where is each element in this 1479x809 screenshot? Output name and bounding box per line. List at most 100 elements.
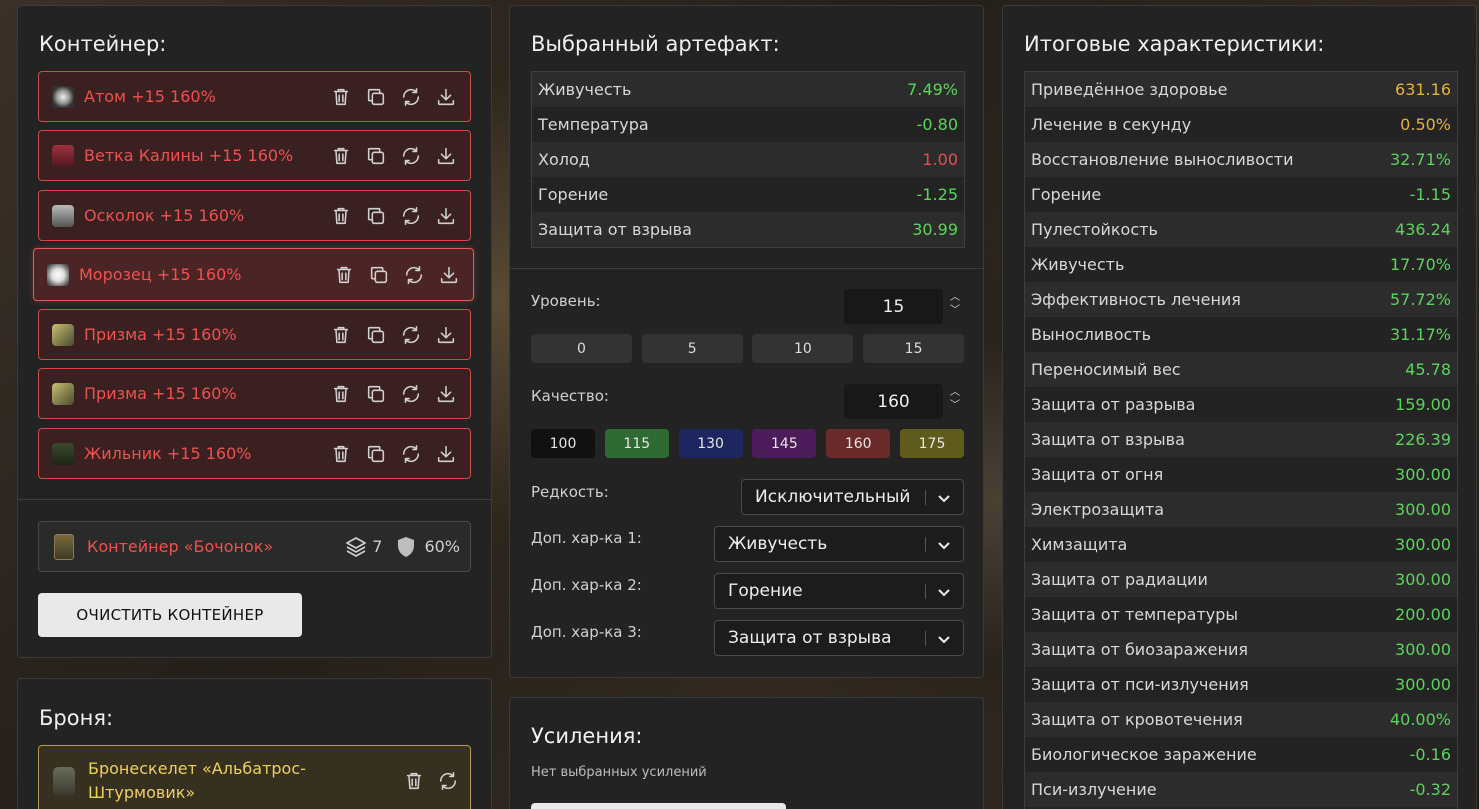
container-box[interactable]: Контейнер «Бочонок» 7 60%	[38, 521, 471, 572]
armor-title: Броня:	[39, 706, 114, 730]
level-preset-button[interactable]: 15	[863, 334, 965, 363]
extra1-select[interactable]: Живучесть	[714, 526, 964, 562]
stat-row: Электрозащита 300.00	[1025, 492, 1457, 527]
item-actions	[328, 84, 458, 109]
stat-value: 7.49%	[907, 80, 958, 99]
chevron-down-icon[interactable]: ﹀	[950, 304, 960, 317]
stat-value: 32.71%	[1389, 150, 1451, 169]
replace-button[interactable]	[398, 381, 423, 406]
stat-row: Защита от взрыва 30.99	[532, 212, 964, 247]
level-input[interactable]: 15	[844, 289, 943, 324]
separator	[925, 584, 926, 599]
container-protection: 60%	[424, 537, 460, 556]
stat-value: 631.16	[1395, 80, 1451, 99]
armor-name-line2: Штурмовик»	[88, 783, 196, 802]
container-title: Контейнер:	[39, 32, 167, 56]
container-item[interactable]: Морозец +15 160%	[33, 248, 474, 301]
delete-button[interactable]	[328, 143, 353, 168]
stat-label: Защита от взрыва	[538, 220, 692, 239]
item-name: Осколок +15 160%	[84, 206, 245, 225]
chevron-down-icon[interactable]	[936, 584, 952, 605]
container-item[interactable]: Атом +15 160%	[38, 71, 471, 122]
duplicate-button[interactable]	[363, 322, 388, 347]
load-button[interactable]	[433, 143, 458, 168]
stat-label: Горение	[1031, 185, 1102, 204]
stat-label: Температура	[538, 115, 649, 134]
replace-button[interactable]	[398, 143, 423, 168]
quality-input[interactable]: 160	[844, 384, 943, 419]
replace-button[interactable]	[398, 203, 423, 228]
stat-label: Восстановление выносливости	[1031, 150, 1294, 169]
load-button[interactable]	[433, 381, 458, 406]
chevron-down-icon[interactable]	[936, 537, 952, 558]
replace-button[interactable]	[398, 322, 423, 347]
selected-stats-table: Живучесть 7.49% Температура -0.80 Холод 1.00 Г…	[531, 71, 965, 248]
load-button[interactable]	[433, 322, 458, 347]
chevron-down-icon[interactable]	[936, 631, 952, 652]
stat-row: Пулестойкость 436.24	[1025, 212, 1457, 247]
divider	[18, 499, 491, 500]
armor-panel: Броня: Бронескелет «Альбатрос- Штурмовик…	[17, 678, 492, 809]
stat-value: 40.00%	[1389, 710, 1451, 729]
chevron-down-icon[interactable]: ﹀	[950, 399, 960, 412]
quality-preset-button[interactable]: 145	[752, 429, 817, 458]
stat-row: Защита от температуры 200.00	[1025, 597, 1457, 632]
level-preset-button[interactable]: 0	[531, 334, 632, 363]
stat-label: Защита от температуры	[1031, 605, 1239, 624]
stat-label: Пулестойкость	[1031, 220, 1158, 239]
duplicate-button[interactable]	[366, 262, 391, 287]
stat-row: Переносимый вес 45.78	[1025, 352, 1457, 387]
stat-label: Защита от биозаражения	[1031, 640, 1249, 659]
delete-button[interactable]	[328, 441, 353, 466]
rarity-select[interactable]: Исключительный	[741, 479, 964, 515]
chevron-up-icon[interactable]: ︿	[950, 291, 960, 304]
armor-item[interactable]: Бронескелет «Альбатрос- Штурмовик»	[38, 745, 471, 809]
delete-button[interactable]	[328, 203, 353, 228]
quality-preset-button[interactable]: 175	[900, 429, 964, 458]
delete-button[interactable]	[328, 381, 353, 406]
level-preset-button[interactable]: 10	[752, 334, 854, 363]
delete-button[interactable]	[331, 262, 356, 287]
duplicate-button[interactable]	[363, 381, 388, 406]
stat-value: 30.99	[912, 220, 958, 239]
container-item[interactable]: Ветка Калины +15 160%	[38, 130, 471, 181]
delete-armor-button[interactable]	[401, 768, 426, 793]
quality-preset-button[interactable]: 100	[531, 429, 595, 458]
load-button[interactable]	[433, 203, 458, 228]
delete-button[interactable]	[328, 322, 353, 347]
replace-armor-button[interactable]	[435, 768, 460, 793]
replace-button[interactable]	[398, 84, 423, 109]
stat-label: Защита от радиации	[1031, 570, 1208, 589]
add-boost-button[interactable]	[531, 803, 786, 809]
clear-container-button[interactable]: ОЧИСТИТЬ КОНТЕЙНЕР	[38, 593, 302, 637]
container-item[interactable]: Призма +15 160%	[38, 309, 471, 360]
delete-button[interactable]	[328, 84, 353, 109]
item-name: Атом +15 160%	[84, 87, 216, 106]
load-button[interactable]	[433, 84, 458, 109]
quality-stepper[interactable]: ︿ ﹀	[948, 386, 962, 412]
duplicate-button[interactable]	[363, 441, 388, 466]
stat-row: Защита от разрыва 159.00	[1025, 387, 1457, 422]
chevron-up-icon[interactable]: ︿	[950, 386, 960, 399]
duplicate-button[interactable]	[363, 84, 388, 109]
level-stepper[interactable]: ︿ ﹀	[948, 291, 962, 317]
slots-icon	[344, 535, 368, 559]
quality-preset-button[interactable]: 115	[604, 429, 669, 458]
level-preset-button[interactable]: 5	[641, 334, 743, 363]
quality-preset-button[interactable]: 130	[678, 429, 743, 458]
extra3-select[interactable]: Защита от взрыва	[714, 620, 964, 656]
container-item[interactable]: Осколок +15 160%	[38, 190, 471, 241]
replace-button[interactable]	[401, 262, 426, 287]
container-item[interactable]: Жильник +15 160%	[38, 428, 471, 479]
load-button[interactable]	[433, 441, 458, 466]
quality-preset-button[interactable]: 160	[826, 429, 891, 458]
item-name: Жильник +15 160%	[84, 444, 252, 463]
load-button[interactable]	[436, 262, 461, 287]
duplicate-button[interactable]	[363, 203, 388, 228]
extra2-select[interactable]: Горение	[714, 573, 964, 609]
stat-label: Переносимый вес	[1031, 360, 1181, 379]
container-item[interactable]: Призма +15 160%	[38, 368, 471, 419]
chevron-down-icon[interactable]	[936, 490, 952, 511]
duplicate-button[interactable]	[363, 143, 388, 168]
replace-button[interactable]	[398, 441, 423, 466]
